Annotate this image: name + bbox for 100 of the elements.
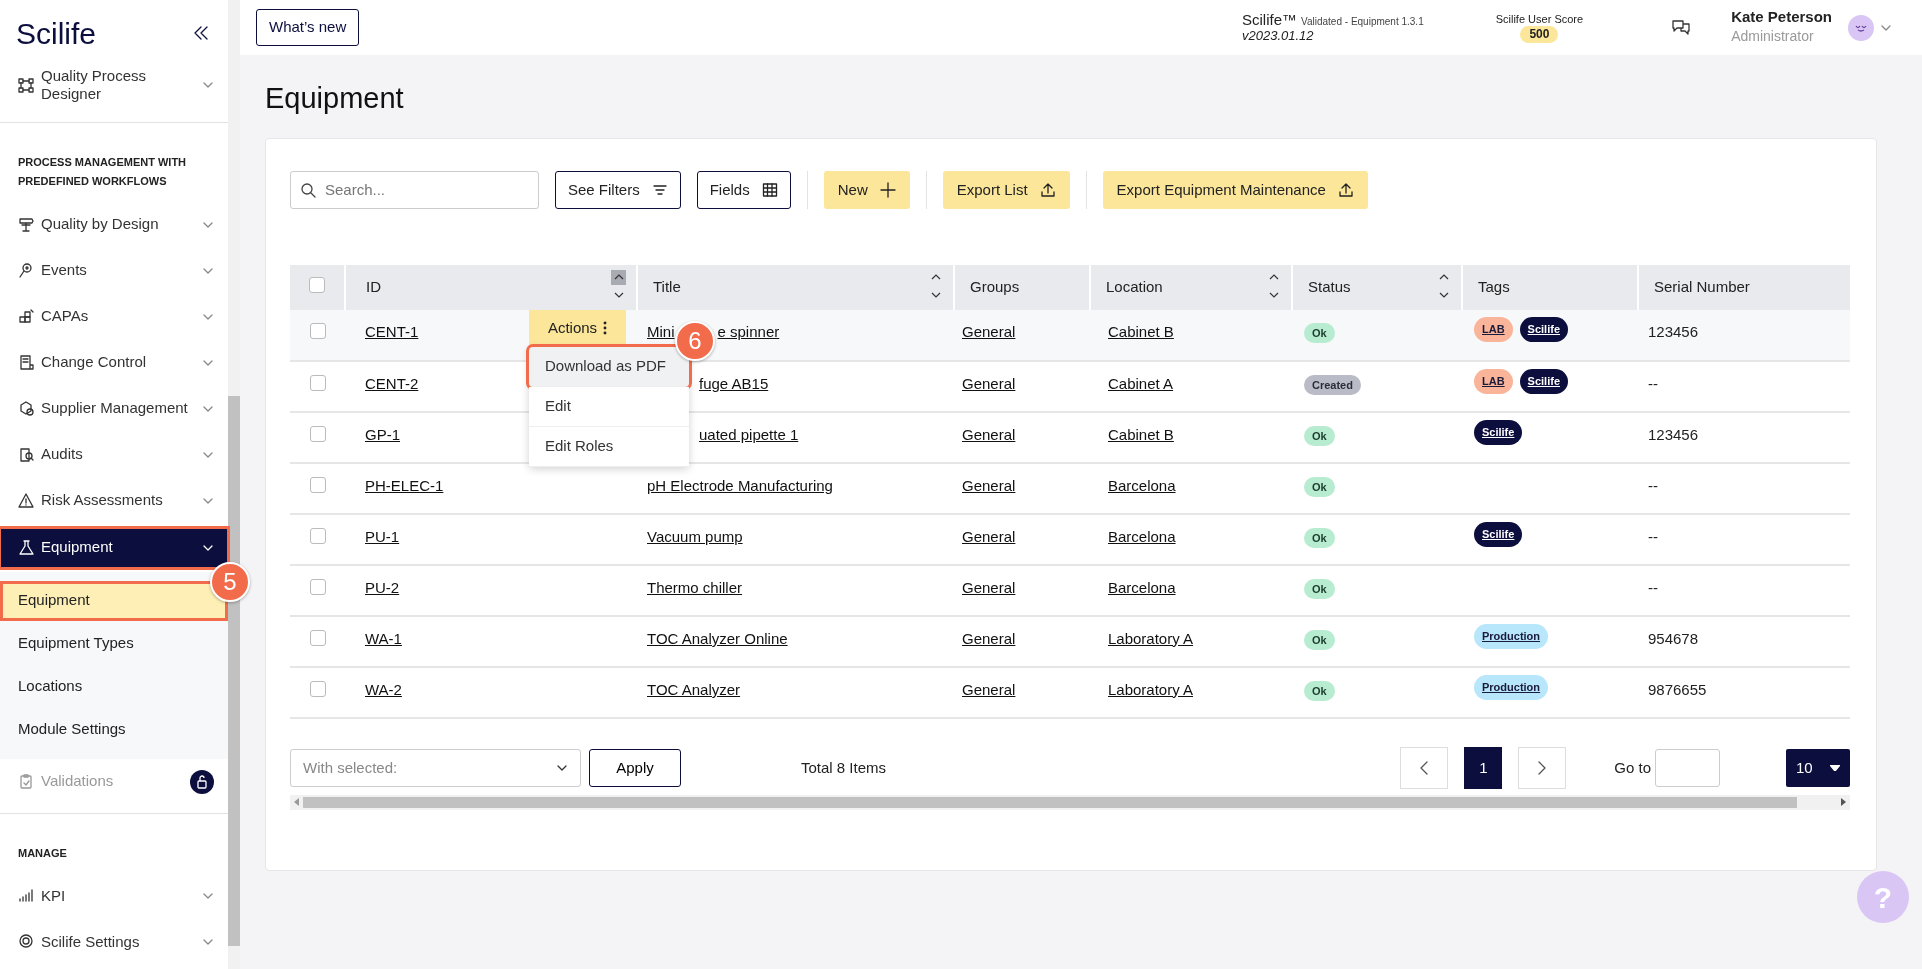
submenu-item[interactable]: Locations	[0, 666, 228, 707]
chevron-icon	[202, 266, 214, 275]
previous-page-button[interactable]	[1400, 746, 1449, 789]
id-link[interactable]: CENT-1	[365, 322, 419, 340]
sidebar-item[interactable]: KPI	[0, 872, 228, 919]
action-button[interactable]: Export List	[942, 170, 1070, 209]
tag-badge[interactable]: LAB	[1474, 368, 1513, 394]
id-link[interactable]: CENT-2	[365, 374, 419, 392]
bulk-action-select[interactable]: With selected:	[290, 748, 581, 787]
sidebar-item[interactable]: Supplier Management	[0, 385, 228, 432]
title-link[interactable]: e spinner	[717, 322, 780, 340]
table-cell: --	[1648, 374, 1658, 392]
location-link[interactable]: Barcelona	[1104, 578, 1176, 596]
title-link[interactable]: fuge AB15	[699, 374, 769, 392]
status-badge: Ok	[1304, 425, 1335, 447]
location-link[interactable]: Laboratory A	[1104, 680, 1194, 698]
title-link[interactable]: pH Electrode Manufacturing	[647, 476, 833, 494]
tag-badge[interactable]: Scilife	[1474, 419, 1523, 445]
title-link[interactable]: Vacuum pump	[647, 527, 743, 545]
checkbox[interactable]	[309, 425, 326, 442]
checkbox[interactable]	[309, 322, 326, 339]
apply-button[interactable]: Apply	[589, 748, 681, 787]
group-link[interactable]: General	[962, 374, 1016, 392]
tag-badge[interactable]: Scilife	[1474, 521, 1523, 547]
toolbar-button[interactable]: See Filters	[555, 170, 681, 209]
id-link[interactable]: GP-1	[365, 425, 400, 443]
action-button[interactable]: New	[823, 170, 910, 209]
checkbox[interactable]	[309, 277, 325, 294]
upload-icon	[1337, 181, 1354, 198]
group-link[interactable]: General	[962, 527, 1016, 545]
page-size-select[interactable]: 10	[1786, 748, 1850, 787]
user-role: Administrator	[1731, 27, 1815, 46]
logo: Scilife	[16, 15, 97, 52]
chevron-icon	[202, 937, 214, 946]
submenu-item[interactable]: Module Settings	[0, 709, 228, 750]
submenu-item[interactable]: Equipment Types	[0, 623, 228, 664]
tag-badge[interactable]: Scilife	[1519, 316, 1568, 342]
location-link[interactable]: Cabinet B	[1104, 425, 1174, 443]
checkbox[interactable]	[309, 476, 326, 493]
caret-icon	[1830, 764, 1840, 771]
settings-icon	[18, 933, 35, 951]
chevron-icon	[202, 404, 214, 413]
chevron-icon	[556, 763, 568, 772]
location-link[interactable]: Barcelona	[1104, 527, 1176, 545]
sidebar-item[interactable]: Change Control	[0, 339, 228, 386]
menu-item[interactable]: Edit	[529, 386, 689, 427]
action-button[interactable]: Export Equipment Maintenance	[1102, 170, 1368, 209]
toolbar-button[interactable]: Fields	[696, 170, 791, 209]
title-link[interactable]: uated pipette 1	[699, 425, 799, 443]
search-field[interactable]: Search...	[290, 170, 539, 209]
tag-badge[interactable]: LAB	[1474, 316, 1513, 342]
sidebar-item[interactable]: Scilife Settings	[0, 918, 228, 965]
tag-badge[interactable]: Production	[1474, 623, 1549, 649]
location-link[interactable]: Laboratory A	[1104, 629, 1194, 647]
group-link[interactable]: General	[962, 629, 1016, 647]
title-link[interactable]: Mini	[647, 322, 675, 340]
menu-item[interactable]: Download as PDF	[529, 346, 689, 387]
whats-new-button[interactable]: What’s new	[256, 9, 360, 46]
group-link[interactable]: General	[962, 578, 1016, 596]
collapse-icon[interactable]	[192, 24, 210, 42]
checkbox[interactable]	[309, 680, 326, 697]
title-link[interactable]: TOC Analyzer Online	[647, 629, 788, 647]
id-link[interactable]: WA-1	[365, 629, 402, 647]
location-link[interactable]: Barcelona	[1104, 476, 1176, 494]
menu-item[interactable]: Edit Roles	[529, 426, 689, 467]
id-link[interactable]: PU-1	[365, 527, 400, 545]
upload-icon	[1039, 181, 1056, 198]
warning-icon	[18, 492, 35, 509]
sidebar-item[interactable]: Events	[0, 247, 228, 294]
checkbox[interactable]	[309, 527, 326, 544]
table-cell: 123456	[1648, 425, 1699, 443]
status-badge: Ok	[1304, 527, 1335, 549]
checkbox[interactable]	[309, 629, 326, 646]
id-link[interactable]: WA-2	[365, 680, 402, 698]
next-page-button[interactable]	[1518, 746, 1567, 789]
checkbox[interactable]	[309, 578, 326, 595]
horizontal-scrollbar[interactable]	[290, 794, 1850, 810]
location-link[interactable]: Cabinet B	[1104, 322, 1174, 340]
goto-field[interactable]	[1655, 748, 1720, 787]
sidebar-item[interactable]: Audits	[0, 431, 228, 478]
sidebar-item[interactable]: CAPAs	[0, 293, 228, 340]
avatar[interactable]	[1848, 14, 1874, 41]
title-link[interactable]: TOC Analyzer	[647, 680, 741, 698]
group-link[interactable]: General	[962, 476, 1016, 494]
id-link[interactable]: PU-2	[365, 578, 400, 596]
tag-badge[interactable]: Production	[1474, 674, 1549, 700]
sidebar-item[interactable]: Risk Assessments	[0, 477, 228, 524]
title-link[interactable]: Thermo chiller	[647, 578, 743, 596]
sidebar-item[interactable]: Quality Process Designer	[0, 56, 228, 114]
tag-badge[interactable]: Scilife	[1519, 368, 1568, 394]
group-link[interactable]: General	[962, 322, 1016, 340]
sort-up-icon[interactable]	[611, 269, 626, 285]
group-link[interactable]: General	[962, 425, 1016, 443]
location-link[interactable]: Cabinet A	[1104, 374, 1174, 392]
page-button[interactable]: 1	[1464, 746, 1503, 789]
sidebar-item[interactable]: Quality by Design	[0, 201, 228, 248]
sidebar-item[interactable]: Equipment	[0, 527, 228, 568]
checkbox[interactable]	[309, 374, 326, 391]
id-link[interactable]: PH-ELEC-1	[365, 476, 444, 494]
group-link[interactable]: General	[962, 680, 1016, 698]
